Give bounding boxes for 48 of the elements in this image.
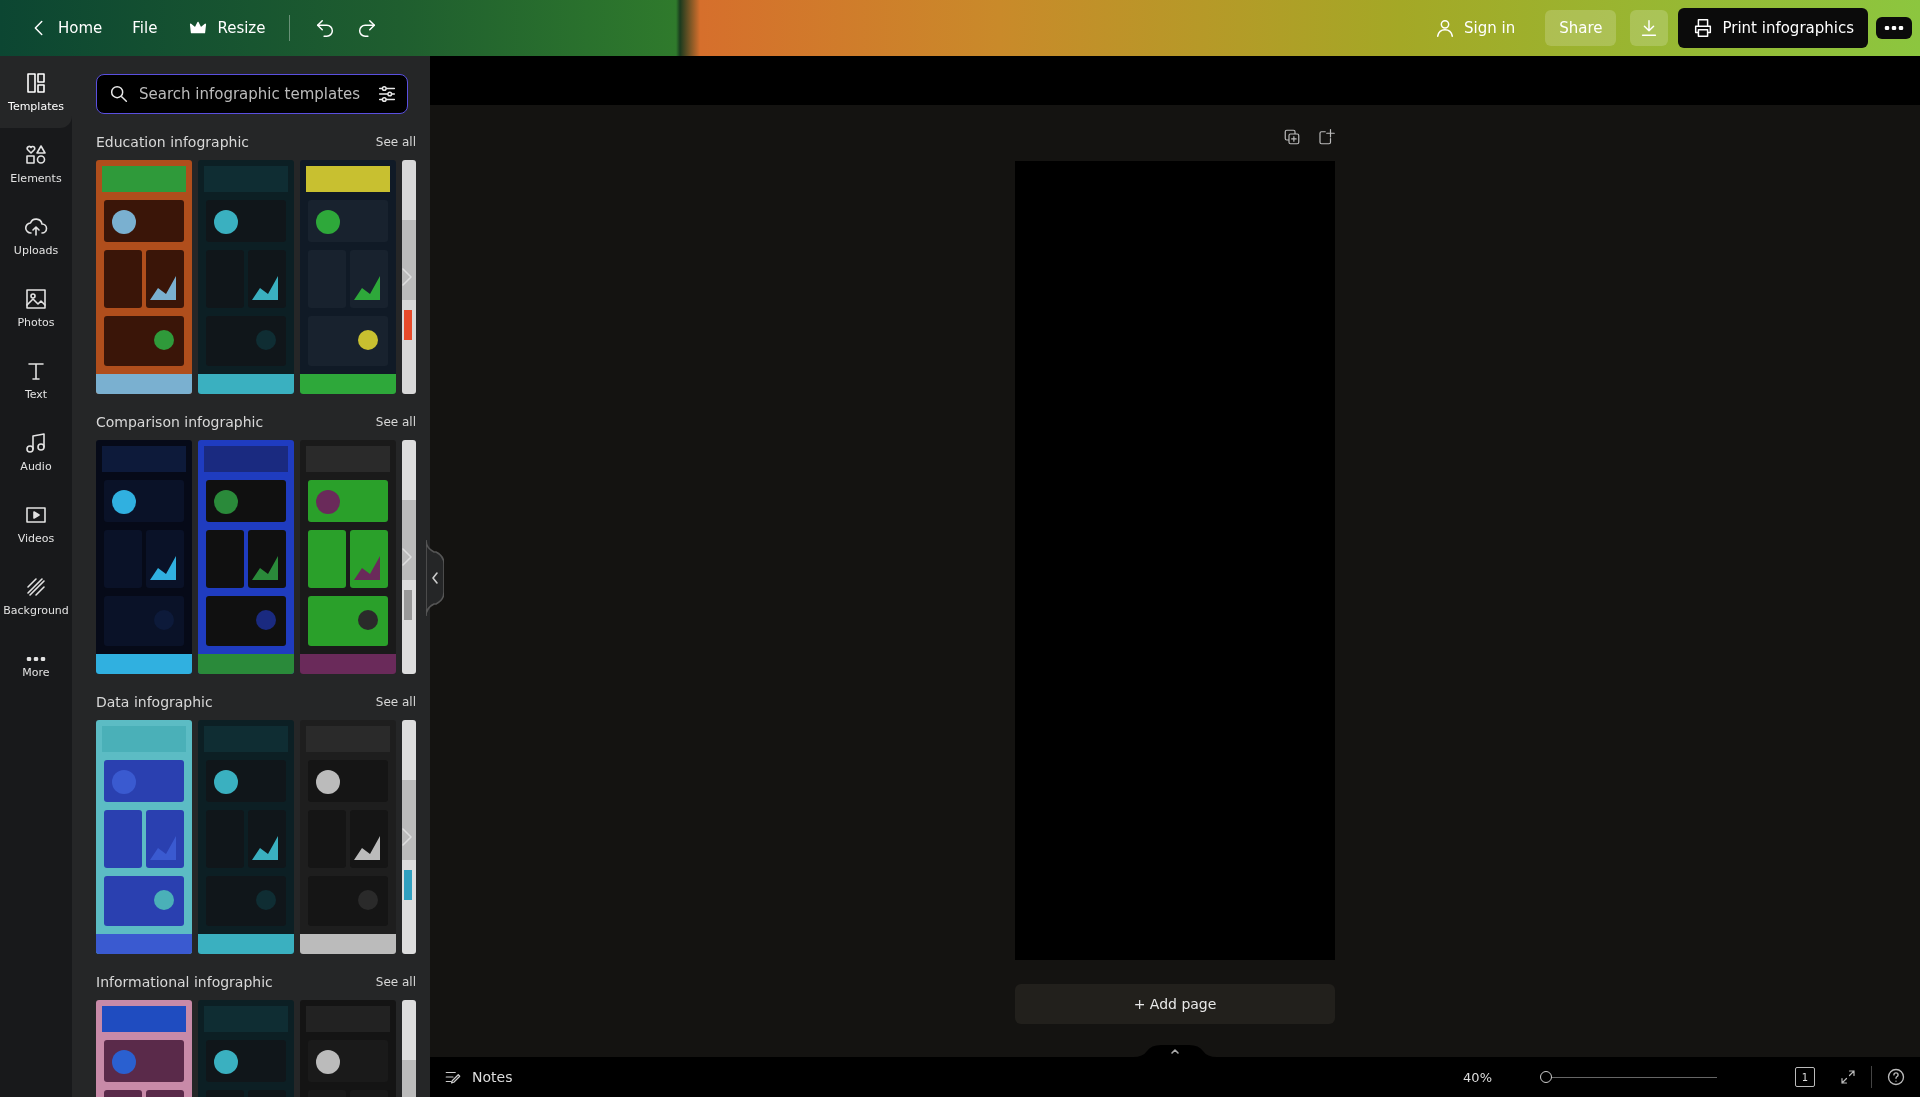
sidebar-item[interactable]: Text <box>0 344 72 416</box>
page-count-button[interactable]: 1 <box>1795 1067 1815 1087</box>
see-all-link[interactable]: See all <box>375 415 416 429</box>
template-icon <box>24 71 48 95</box>
hatch-icon <box>24 575 48 599</box>
notes-button[interactable]: Notes <box>444 1068 513 1086</box>
sidebar-item[interactable]: Audio <box>0 416 72 488</box>
more-button[interactable] <box>1876 17 1912 39</box>
sidebar-item[interactable]: Videos <box>0 488 72 560</box>
home-button[interactable]: Home <box>18 9 113 47</box>
chevron-right-icon[interactable] <box>400 825 414 849</box>
resize-button[interactable]: Resize <box>177 9 276 47</box>
file-menu[interactable]: File <box>122 11 168 45</box>
more-icon <box>1884 26 1904 30</box>
slider-thumb[interactable] <box>1539 1071 1552 1083</box>
see-all-link[interactable]: See all <box>375 695 416 709</box>
more-icon <box>26 657 46 661</box>
see-all-link[interactable]: See all <box>375 975 416 989</box>
sidebar-item[interactable]: Background <box>0 560 72 632</box>
sidebar-item[interactable]: Templates <box>0 56 72 128</box>
add-page-button[interactable]: + Add page <box>1015 984 1335 1024</box>
collapse-handle[interactable] <box>426 540 444 616</box>
search-icon <box>108 83 130 105</box>
sidebar-item[interactable]: Elements <box>0 128 72 200</box>
section-title: Education infographic <box>96 134 249 150</box>
print-button[interactable]: Print infographics <box>1678 8 1868 48</box>
search-field[interactable]: Search infographic templates <box>96 74 408 114</box>
section-title: Informational infographic <box>96 974 273 990</box>
chevron-right-icon[interactable] <box>400 545 414 569</box>
section-title: Data infographic <box>96 694 213 710</box>
see-all-link[interactable]: See all <box>375 135 416 149</box>
section-title: Comparison infographic <box>96 414 264 430</box>
cloud-upload-icon <box>24 215 48 239</box>
sidebar-item[interactable]: More <box>0 632 72 704</box>
person-icon <box>1434 17 1456 39</box>
add-page-icon[interactable] <box>1317 128 1335 146</box>
duplicate-page-icon[interactable] <box>1283 128 1301 146</box>
zoom-level: 40% <box>1463 1069 1492 1085</box>
zoom-slider[interactable] <box>1542 1070 1717 1084</box>
music-note-icon <box>24 431 48 455</box>
help-icon[interactable] <box>1886 1067 1906 1087</box>
sidebar-item[interactable]: Photos <box>0 272 72 344</box>
fullscreen-icon[interactable] <box>1839 1068 1857 1086</box>
image-icon <box>24 287 48 311</box>
sidebar-item[interactable]: Uploads <box>0 200 72 272</box>
chevron-right-icon[interactable] <box>400 265 414 289</box>
filter-icon[interactable] <box>376 83 398 105</box>
shapes-icon <box>24 143 48 167</box>
